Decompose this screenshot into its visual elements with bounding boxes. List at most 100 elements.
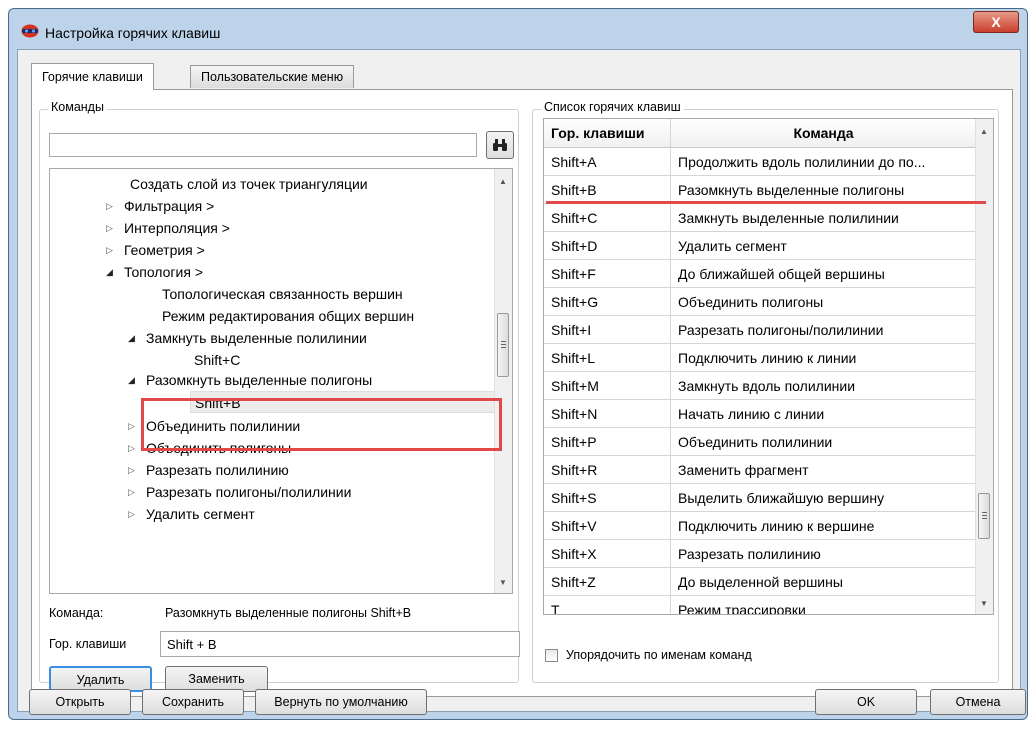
table-row[interactable]: Shift+A Продолжить вдоль полилинии до по.… bbox=[544, 148, 977, 176]
tree-item[interactable]: Режим редактирования общих вершин bbox=[162, 305, 414, 327]
command-cell: До выделенной вершины bbox=[671, 568, 977, 596]
restore-defaults-button[interactable]: Вернуть по умолчанию bbox=[255, 689, 427, 715]
tree-item[interactable]: ◢ Замкнуть выделенные полилинии bbox=[128, 327, 367, 349]
table-scrollbar[interactable]: ▲ ▼ bbox=[975, 119, 993, 614]
command-cell: Удалить сегмент bbox=[671, 232, 977, 260]
hotkey-cell: Shift+M bbox=[544, 372, 671, 400]
table-row[interactable]: T Режим трассировки bbox=[544, 596, 977, 614]
command-cell: Продолжить вдоль полилинии до по... bbox=[671, 148, 977, 176]
hotkey-cell: Shift+G bbox=[544, 288, 671, 316]
collapsed-arrow-icon[interactable]: ▷ bbox=[106, 195, 113, 217]
column-header-hotkey[interactable]: Гор. клавиши bbox=[544, 119, 671, 148]
expanded-arrow-icon[interactable]: ◢ bbox=[128, 327, 135, 349]
tree-item-label: Создать слой из точек триангуляции bbox=[130, 176, 368, 192]
collapsed-arrow-icon[interactable]: ▷ bbox=[106, 239, 113, 261]
command-cell: Подключить линию к линии bbox=[671, 344, 977, 372]
tab-hotkeys[interactable]: Горячие клавиши bbox=[31, 63, 154, 90]
tree-item[interactable]: ▷ Фильтрация > bbox=[106, 195, 214, 217]
tree-item-label: Shift+B bbox=[195, 395, 241, 411]
tab-custom-menus[interactable]: Пользовательские меню bbox=[190, 65, 355, 88]
table-row[interactable]: Shift+C Замкнуть выделенные полилинии bbox=[544, 204, 977, 232]
tree-item-label: Топологическая связанность вершин bbox=[162, 286, 403, 302]
dialog-window: Настройка горячих клавиш X Горячие клави… bbox=[8, 8, 1028, 720]
table-row[interactable]: Shift+S Выделить ближайшую вершину bbox=[544, 484, 977, 512]
collapsed-arrow-icon[interactable]: ▷ bbox=[128, 503, 135, 525]
table-scroll-thumb[interactable] bbox=[978, 493, 990, 539]
tree-item[interactable]: Shift+B bbox=[190, 391, 496, 413]
tree-item-label: Разомкнуть выделенные полигоны bbox=[146, 372, 373, 388]
sort-label: Упорядочить по именам команд bbox=[566, 648, 752, 662]
table-row[interactable]: Shift+I Разрезать полигоны/полилинии bbox=[544, 316, 977, 344]
commands-group-label: Команды bbox=[48, 100, 107, 114]
window-title: Настройка горячих клавиш bbox=[45, 25, 221, 41]
command-cell: До ближайшей общей вершины bbox=[671, 260, 977, 288]
command-search-input[interactable] bbox=[49, 133, 477, 157]
ok-button[interactable]: OK bbox=[815, 689, 917, 715]
scroll-up-icon[interactable]: ▲ bbox=[499, 177, 507, 186]
tree-item[interactable]: ◢ Разомкнуть выделенные полигоны bbox=[128, 369, 373, 391]
table-row[interactable]: Shift+F До ближайшей общей вершины bbox=[544, 260, 977, 288]
commands-tree[interactable]: Создать слой из точек триангуляции ▷ Фильт… bbox=[49, 168, 513, 594]
tree-item-label: Геометрия > bbox=[124, 242, 205, 258]
table-row[interactable]: Shift+Z До выделенной вершины bbox=[544, 568, 977, 596]
table-row[interactable]: Shift+B Разомкнуть выделенные полигоны bbox=[544, 176, 977, 204]
table-row[interactable]: Shift+D Удалить сегмент bbox=[544, 232, 977, 260]
tree-item[interactable]: Shift+C bbox=[194, 349, 240, 371]
tree-item[interactable]: ▷ Удалить сегмент bbox=[128, 503, 255, 525]
hotkey-input[interactable] bbox=[160, 631, 520, 657]
command-cell: Разрезать полигоны/полилинии bbox=[671, 316, 977, 344]
close-button[interactable]: X bbox=[973, 11, 1019, 33]
tree-item[interactable]: ◢ Топология > bbox=[106, 261, 203, 283]
tree-item-label: Объединить полилинии bbox=[146, 418, 301, 434]
tree-scroll-thumb[interactable] bbox=[497, 313, 509, 377]
tree-scrollbar[interactable]: ▲ ▼ bbox=[494, 169, 512, 593]
sort-checkbox[interactable] bbox=[545, 649, 558, 662]
scroll-down-icon[interactable]: ▼ bbox=[499, 578, 507, 587]
table-row[interactable]: Shift+N Начать линию с линии bbox=[544, 400, 977, 428]
cancel-button[interactable]: Отмена bbox=[930, 689, 1026, 715]
command-cell: Подключить линию к вершине bbox=[671, 512, 977, 540]
title-bar[interactable]: Настройка горячих клавиш X bbox=[9, 9, 1027, 49]
hotkey-cell: Shift+N bbox=[544, 400, 671, 428]
command-cell: Режим трассировки bbox=[671, 596, 977, 614]
tree-item[interactable]: Топологическая связанность вершин bbox=[162, 283, 403, 305]
tree-item[interactable]: ▷ Объединить полилинии bbox=[128, 415, 301, 437]
column-header-command[interactable]: Команда bbox=[671, 119, 977, 148]
collapsed-arrow-icon[interactable]: ▷ bbox=[128, 459, 135, 481]
tree-item[interactable]: Создать слой из точек триангуляции bbox=[130, 173, 368, 195]
tree-item[interactable]: ▷ Разрезать полилинию bbox=[128, 459, 289, 481]
table-row[interactable]: Shift+X Разрезать полилинию bbox=[544, 540, 977, 568]
collapsed-arrow-icon[interactable]: ▷ bbox=[106, 217, 113, 239]
tree-item[interactable]: ▷ Разрезать полигоны/полилинии bbox=[128, 481, 351, 503]
table-row[interactable]: Shift+R Заменить фрагмент bbox=[544, 456, 977, 484]
collapsed-arrow-icon[interactable]: ▷ bbox=[128, 481, 135, 503]
scroll-up-icon[interactable]: ▲ bbox=[980, 127, 988, 136]
command-cell: Начать линию с линии bbox=[671, 400, 977, 428]
expanded-arrow-icon[interactable]: ◢ bbox=[106, 261, 113, 283]
command-cell: Выделить ближайшую вершину bbox=[671, 484, 977, 512]
tree-item-label: Shift+C bbox=[194, 352, 241, 368]
collapsed-arrow-icon[interactable]: ▷ bbox=[128, 415, 135, 437]
table-row[interactable]: Shift+L Подключить линию к линии bbox=[544, 344, 977, 372]
tree-item[interactable]: ▷ Интерполяция > bbox=[106, 217, 230, 239]
table-row[interactable]: Shift+G Объединить полигоны bbox=[544, 288, 977, 316]
table-row[interactable]: Shift+P Объединить полилинии bbox=[544, 428, 977, 456]
tree-item[interactable]: ▷ Объединить полигоны bbox=[128, 437, 291, 459]
hotkeys-table[interactable]: Гор. клавиши Команда Shift+A Продолжить в… bbox=[543, 118, 994, 615]
expanded-arrow-icon[interactable]: ◢ bbox=[128, 369, 135, 391]
collapsed-arrow-icon[interactable]: ▷ bbox=[128, 437, 135, 459]
hotkey-cell: Shift+F bbox=[544, 260, 671, 288]
open-button[interactable]: Открыть bbox=[29, 689, 131, 715]
scroll-down-icon[interactable]: ▼ bbox=[980, 599, 988, 608]
tree-item[interactable]: ▷ Геометрия > bbox=[106, 239, 205, 261]
save-button[interactable]: Сохранить bbox=[142, 689, 244, 715]
table-row[interactable]: Shift+M Замкнуть вдоль полилинии bbox=[544, 372, 977, 400]
table-row[interactable]: Shift+V Подключить линию к вершине bbox=[544, 512, 977, 540]
tree-item-label: Топология > bbox=[124, 264, 203, 280]
tree-item-label: Разрезать полилинию bbox=[146, 462, 289, 478]
hotkey-cell: Shift+V bbox=[544, 512, 671, 540]
command-cell: Замкнуть вдоль полилинии bbox=[671, 372, 977, 400]
hotkey-cell: Shift+P bbox=[544, 428, 671, 456]
find-button[interactable] bbox=[486, 131, 514, 159]
tree-item-label: Режим редактирования общих вершин bbox=[162, 308, 415, 324]
